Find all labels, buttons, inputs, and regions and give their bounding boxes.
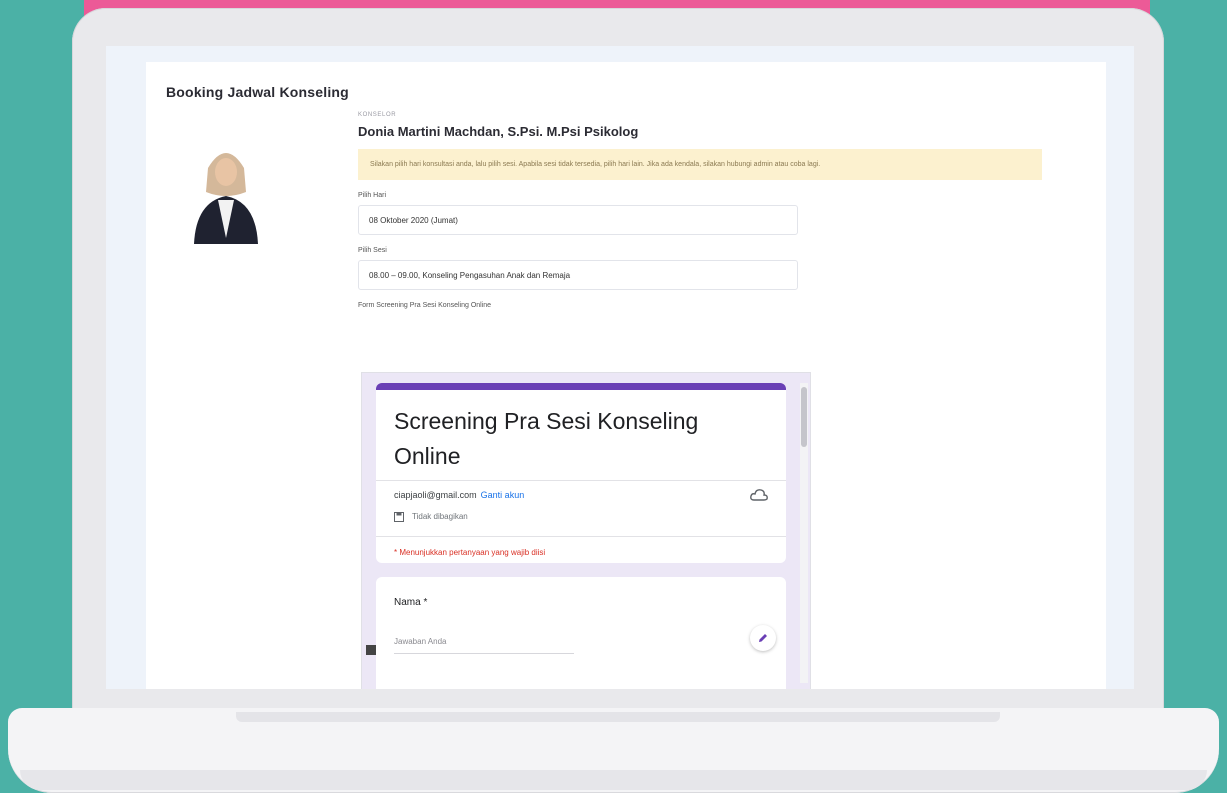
booking-form: Konselor Donia Martini Machdan, S.Psi. M… (358, 112, 1048, 309)
google-form-embed[interactable]: Screening Pra Sesi Konseling Online ciap… (361, 372, 811, 689)
gform-title: Screening Pra Sesi Konseling Online (394, 408, 699, 469)
screening-form-label: Form Screening Pra Sesi Konseling Online (358, 302, 492, 309)
gform-divider (376, 480, 786, 481)
cloud-upload-icon (750, 489, 768, 501)
gform-header-card: Screening Pra Sesi Konseling Online ciap… (376, 383, 786, 563)
counselor-section-label: Konselor (358, 112, 397, 118)
day-select[interactable]: 08 Oktober 2020 (Jumat) (358, 205, 798, 235)
switch-account-link[interactable]: Ganti akun (481, 490, 525, 500)
counselor-name: Donia Martini Machdan, S.Psi. M.Psi Psik… (358, 124, 639, 139)
embed-scroll-thumb[interactable] (801, 387, 807, 447)
day-label: Pilih Hari (358, 192, 387, 199)
pencil-icon[interactable] (750, 625, 776, 651)
side-square-icon (366, 645, 376, 655)
laptop-screen: Booking Jadwal Konseling Konselor Donia … (106, 46, 1134, 689)
session-select[interactable]: 08.00 – 09.00, Konseling Pengasuhan Anak… (358, 260, 798, 290)
answer-input[interactable]: Jawaban Anda (394, 637, 574, 654)
laptop-hinge (236, 712, 1000, 722)
laptop-base-bottom (20, 770, 1207, 790)
notice-banner: Silakan pilih hari konsultasi anda, lalu… (358, 149, 1042, 180)
gform-divider (376, 536, 786, 537)
gform-email: ciapjaoli@gmail.com (394, 490, 477, 500)
gform-save-notice: Tidak dibagikan (412, 512, 468, 521)
embed-scrollbar[interactable] (800, 383, 808, 683)
gform-question-card: Nama * Jawaban Anda (376, 577, 786, 689)
save-icon (394, 512, 404, 522)
gform-required-notice: * Menunjukkan pertanyaan yang wajib diis… (394, 548, 546, 557)
session-label: Pilih Sesi (358, 247, 387, 254)
page-title: Booking Jadwal Konseling (166, 84, 349, 100)
question-label: Nama * (394, 597, 428, 608)
gform-account: ciapjaoli@gmail.com Ganti akun (394, 490, 524, 500)
counselor-avatar (184, 140, 268, 244)
